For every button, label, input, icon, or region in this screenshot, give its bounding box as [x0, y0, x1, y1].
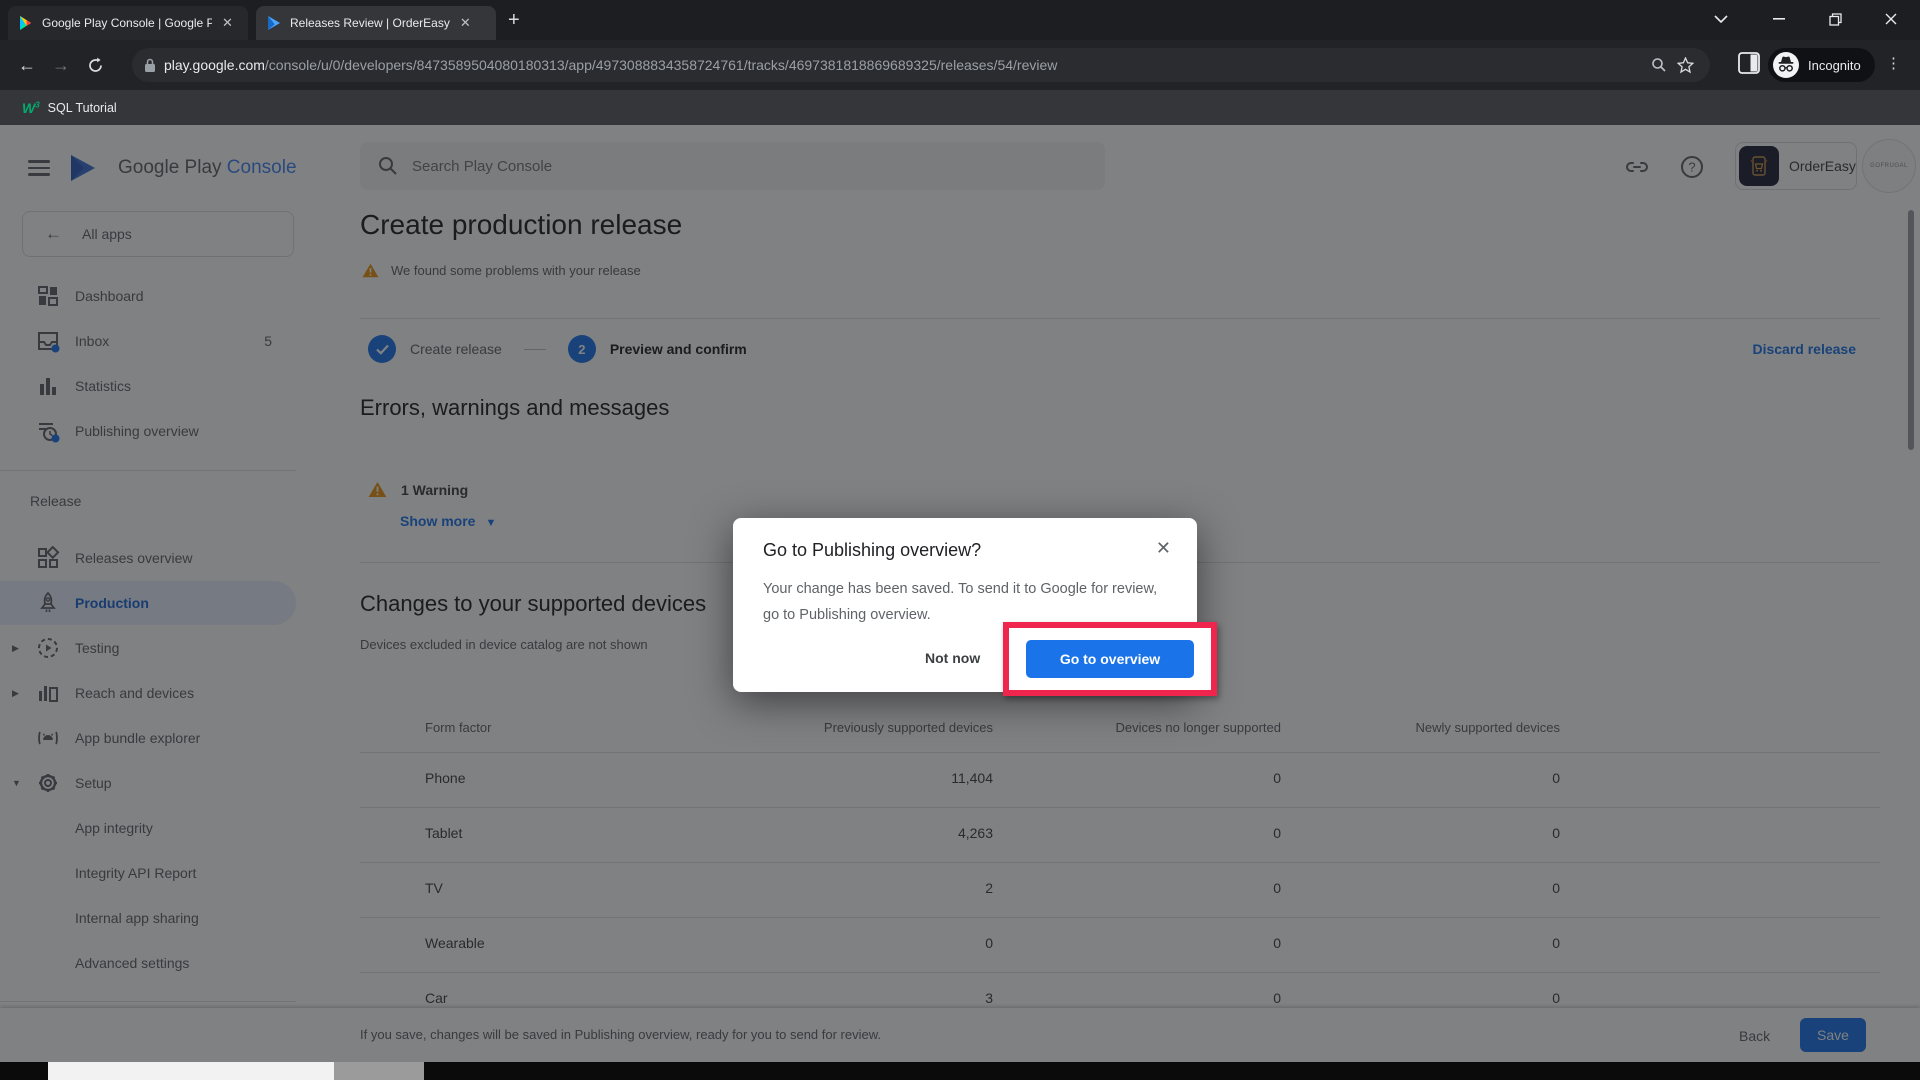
play-console-icon — [266, 15, 282, 31]
bookmark-star-icon[interactable] — [1672, 57, 1698, 74]
tab-releases-review[interactable]: Releases Review | OrderEasy ✕ — [256, 6, 496, 40]
bookmark-sql-tutorial[interactable]: SQL Tutorial — [48, 101, 117, 115]
tab-close-icon[interactable]: ✕ — [222, 15, 233, 31]
taskbar-segment-gray — [334, 1062, 424, 1080]
browser-toolbar: ← → play.google.com/console/u/0/develope… — [0, 40, 1920, 90]
reload-icon[interactable] — [78, 48, 112, 82]
forward-icon[interactable]: → — [44, 48, 78, 82]
new-tab-button[interactable]: + — [508, 10, 520, 30]
side-panel-icon[interactable] — [1738, 52, 1760, 74]
taskbar-segment-light — [48, 1062, 334, 1080]
address-bar[interactable]: play.google.com/console/u/0/developers/8… — [132, 48, 1710, 82]
taskbar-strip — [0, 1062, 1920, 1080]
tab-close-icon[interactable]: ✕ — [460, 15, 471, 31]
dialog-title: Go to Publishing overview? — [763, 540, 981, 561]
search-url-icon[interactable] — [1646, 57, 1672, 73]
bookmarks-bar: W3 SQL Tutorial — [0, 90, 1920, 125]
window-minimize-icon[interactable] — [1756, 0, 1802, 38]
window-menu-chevron-icon[interactable] — [1698, 0, 1744, 38]
not-now-button[interactable]: Not now — [925, 650, 980, 666]
screen: Google Play Console | Google Pla ✕ Relea… — [0, 0, 1920, 1080]
annotation-highlight-box: Go to overview — [1003, 622, 1217, 696]
url-text: play.google.com/console/u/0/developers/8… — [164, 57, 1646, 73]
dialog-body-text: Your change has been saved. To send it t… — [763, 576, 1175, 628]
dialog-close-icon[interactable]: ✕ — [1156, 538, 1171, 559]
lock-icon — [144, 58, 156, 73]
back-icon[interactable]: ← — [10, 48, 44, 82]
w3schools-icon: W3 — [22, 100, 40, 116]
window-close-icon[interactable] — [1868, 0, 1914, 38]
incognito-icon — [1772, 51, 1800, 79]
go-to-overview-button[interactable]: Go to overview — [1026, 640, 1194, 678]
tab-google-play-console[interactable]: Google Play Console | Google Pla ✕ — [8, 6, 248, 40]
tab-title: Releases Review | OrderEasy — [290, 16, 450, 30]
tab-title: Google Play Console | Google Pla — [42, 16, 212, 30]
google-play-icon — [18, 15, 34, 31]
incognito-badge: Incognito — [1768, 48, 1875, 82]
window-restore-icon[interactable] — [1812, 0, 1858, 38]
tab-strip: Google Play Console | Google Pla ✕ Relea… — [0, 0, 1920, 40]
incognito-label: Incognito — [1808, 58, 1861, 73]
browser-menu-dots-icon[interactable]: ⋮ — [1886, 54, 1901, 72]
